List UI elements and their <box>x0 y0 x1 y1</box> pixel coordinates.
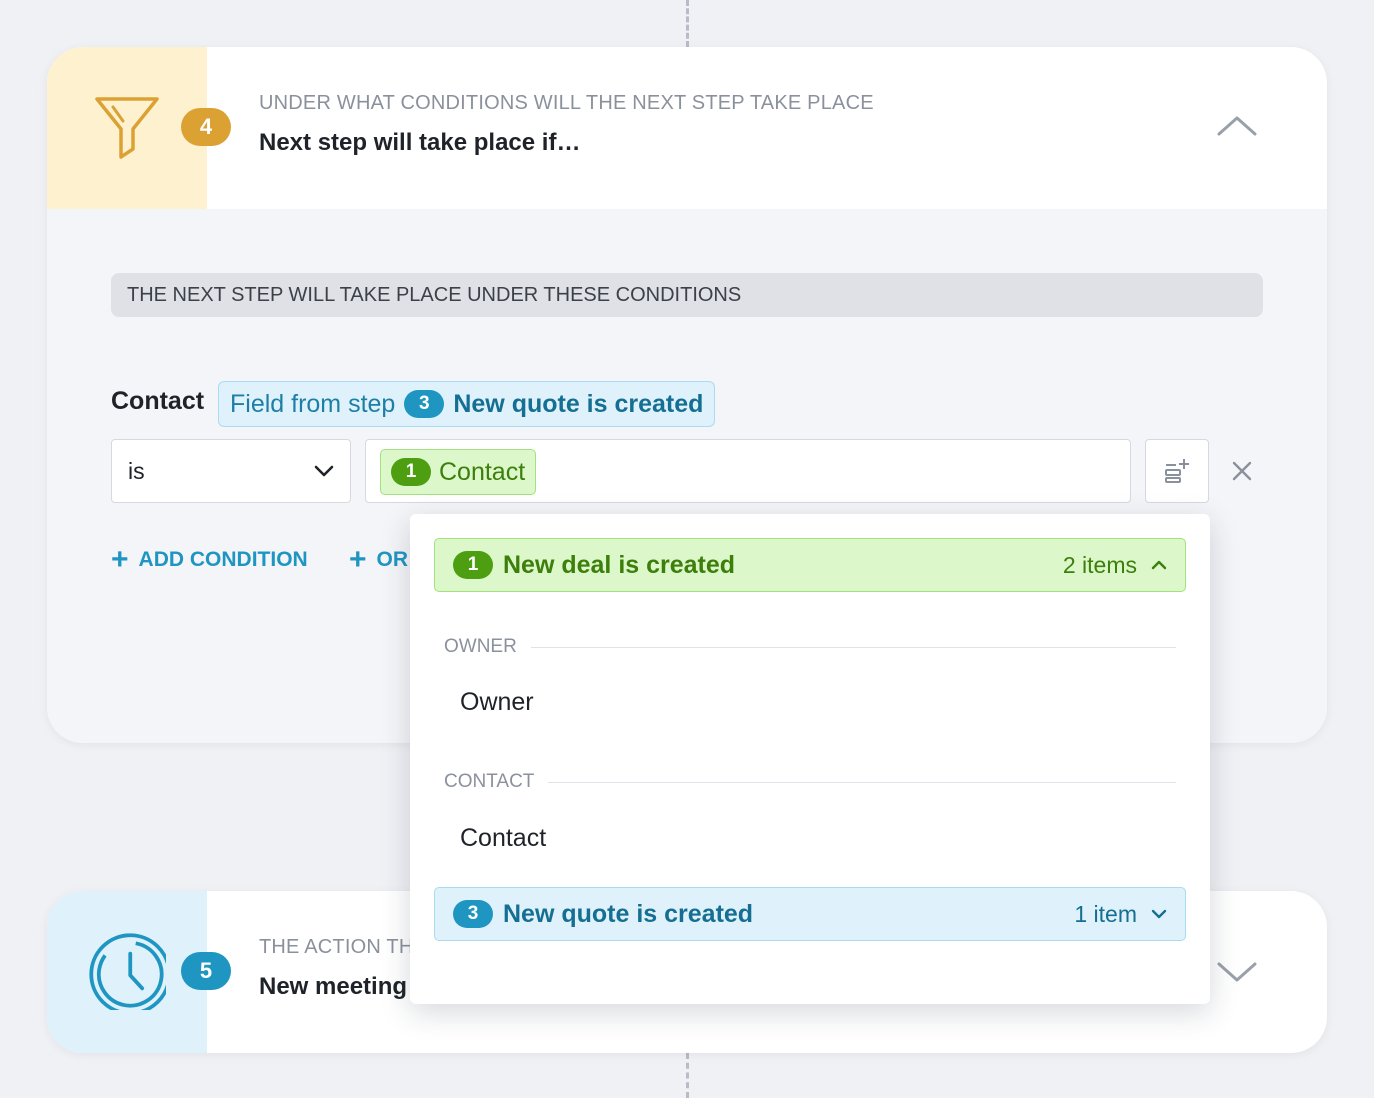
condition-value-input[interactable]: 1 Contact <box>365 439 1131 503</box>
group-title: New deal is created <box>503 550 736 579</box>
option-owner[interactable]: Owner <box>460 688 534 717</box>
add-or-button[interactable]: + OR <box>349 545 408 575</box>
field-source-chip[interactable]: Field from step 3 New quote is created <box>218 381 716 427</box>
field-source-prefix: Field from step <box>230 389 396 418</box>
field-source-step-badge: 3 <box>404 390 445 418</box>
value-chip[interactable]: 1 Contact <box>380 449 537 495</box>
group-count: 2 items <box>1062 551 1137 578</box>
operator-value: is <box>128 457 145 484</box>
chevron-up-icon <box>1151 560 1167 570</box>
group-step-badge: 1 <box>453 551 493 579</box>
group-count: 1 item <box>1074 900 1137 927</box>
section-label-owner: OWNER <box>444 636 1176 658</box>
plus-icon: + <box>111 543 129 576</box>
chevron-down-icon <box>314 465 334 477</box>
operator-select[interactable]: is <box>111 439 351 503</box>
condition-field-label: Contact <box>111 387 205 415</box>
section-label-contact: CONTACT <box>444 771 1176 793</box>
add-condition-label: ADD CONDITION <box>138 548 308 571</box>
step-number-badge: 4 <box>181 108 231 146</box>
dropdown-group-new-deal[interactable]: 1 New deal is created 2 items <box>434 538 1186 592</box>
conditions-section-header: THE NEXT STEP WILL TAKE PLACE UNDER THES… <box>111 273 1263 317</box>
chevron-down-icon[interactable] <box>1215 957 1259 987</box>
group-step-badge: 3 <box>453 900 493 928</box>
dropdown-group-new-quote[interactable]: 3 New quote is created 1 item <box>434 887 1186 941</box>
chevron-up-icon[interactable] <box>1215 110 1259 140</box>
remove-condition-icon[interactable] <box>1231 460 1253 482</box>
step-title: Next step will take place if… <box>259 129 581 156</box>
funnel-icon <box>95 97 159 159</box>
plus-icon: + <box>349 543 367 576</box>
option-contact[interactable]: Contact <box>460 824 546 853</box>
chevron-down-icon <box>1151 909 1167 919</box>
step-number-badge: 5 <box>181 952 231 990</box>
field-source-name: New quote is created <box>453 389 704 418</box>
variable-picker-dropdown: 1 New deal is created 2 items OWNER Owne… <box>410 514 1210 1004</box>
value-step-badge: 1 <box>391 458 431 486</box>
add-or-label: OR <box>376 548 409 571</box>
clock-icon <box>89 933 166 1010</box>
flow-connector-bottom <box>686 1053 689 1098</box>
step-title: New meeting <box>259 973 408 1000</box>
insert-variable-button[interactable] <box>1145 439 1209 503</box>
add-variable-icon <box>1165 459 1189 483</box>
step-subtitle: UNDER WHAT CONDITIONS WILL THE NEXT STEP… <box>259 92 874 114</box>
value-chip-label: Contact <box>439 457 526 486</box>
flow-connector-top <box>686 0 689 47</box>
add-condition-button[interactable]: + ADD CONDITION <box>111 545 308 575</box>
group-title: New quote is created <box>503 899 754 928</box>
step-subtitle: THE ACTION TH <box>259 936 414 958</box>
